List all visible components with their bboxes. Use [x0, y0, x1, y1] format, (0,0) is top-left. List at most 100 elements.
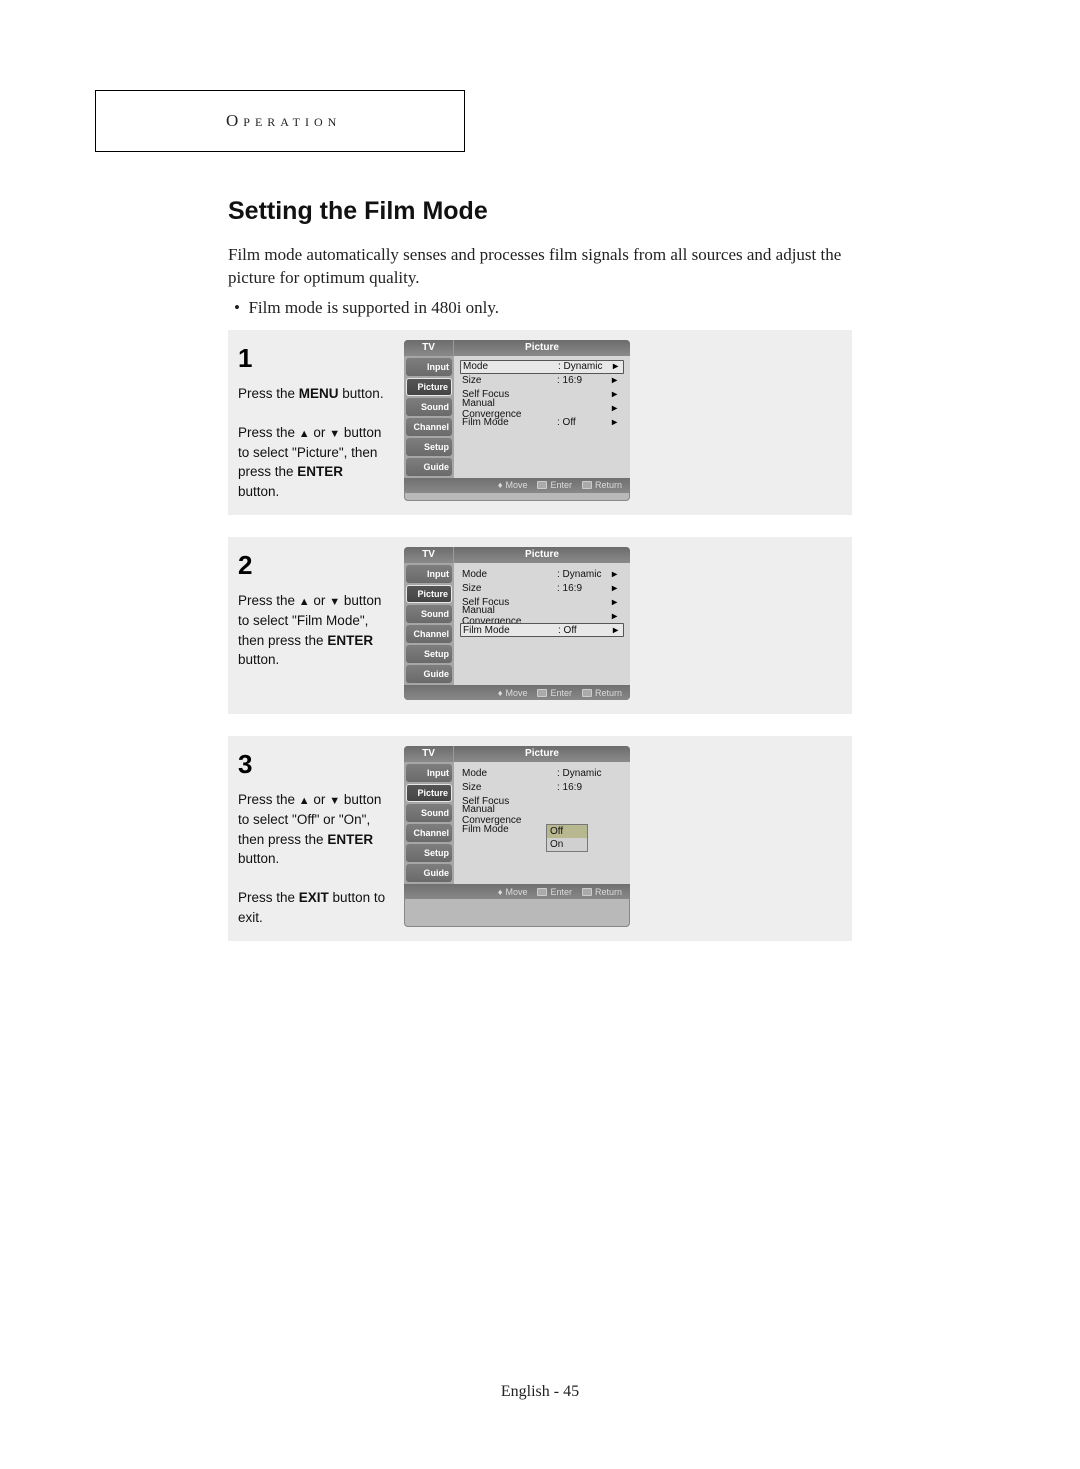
sidebar-setup[interactable]: Setup — [406, 844, 452, 862]
chevron-right-icon: ▸ — [607, 403, 617, 414]
bullet-note: • Film mode is supported in 480i only. — [234, 298, 852, 318]
osd-main: Mode: Dynamic Size: 16:9 Self Focus Manu… — [454, 762, 630, 884]
updown-icon: ♦ — [498, 887, 503, 897]
up-arrow-icon: ▲ — [299, 428, 310, 440]
chevron-right-icon: ▸ — [607, 375, 617, 386]
step-number: 3 — [238, 746, 386, 784]
menu-row-filmmode[interactable]: Film Mode: Off▸ — [460, 623, 624, 637]
menu-row-size[interactable]: Size: 16:9▸ — [460, 581, 624, 595]
enter-icon — [537, 888, 547, 896]
sidebar-sound[interactable]: Sound — [406, 804, 452, 822]
sidebar-picture[interactable]: Picture — [406, 784, 452, 802]
step-1-text: 1 Press the MENU button. Press the ▲ or … — [238, 340, 386, 501]
step-3-line-1: Press the ▲ or ▼ button to select "Off" … — [238, 790, 386, 869]
osd-sidebar: Input Picture Sound Channel Setup Guide — [404, 762, 454, 884]
sidebar-input[interactable]: Input — [406, 565, 452, 583]
footer-move: ♦Move — [498, 688, 528, 698]
sidebar-setup[interactable]: Setup — [406, 438, 452, 456]
step-2-text: 2 Press the ▲ or ▼ button to select "Fil… — [238, 547, 386, 700]
osd-body: Input Picture Sound Channel Setup Guide … — [404, 563, 630, 685]
step-3: 3 Press the ▲ or ▼ button to select "Off… — [228, 736, 852, 941]
sidebar-sound[interactable]: Sound — [406, 605, 452, 623]
filmmode-dropdown[interactable]: Off On — [546, 824, 588, 852]
bullet-text: Film mode is supported in 480i only. — [248, 298, 499, 317]
footer-move: ♦Move — [498, 887, 528, 897]
sidebar-picture[interactable]: Picture — [406, 585, 452, 603]
step-number: 1 — [238, 340, 386, 378]
menu-row-convergence[interactable]: Manual Convergence▸ — [460, 609, 624, 623]
menu-row-size[interactable]: Size: 16:9▸ — [460, 374, 624, 388]
chevron-right-icon: ▸ — [608, 361, 618, 372]
sidebar-setup[interactable]: Setup — [406, 645, 452, 663]
menu-row-filmmode[interactable]: Film Mode: — [460, 822, 624, 836]
updown-icon: ♦ — [498, 688, 503, 698]
intro-text: Film mode automatically senses and proce… — [228, 244, 852, 290]
footer-move: ♦Move — [498, 480, 528, 490]
sidebar-channel[interactable]: Channel — [406, 418, 452, 436]
osd-tv-label: TV — [404, 746, 454, 762]
enter-icon — [537, 481, 547, 489]
osd-header: TV Picture — [404, 547, 630, 563]
chapter-title: Operation — [226, 111, 341, 130]
sidebar-input[interactable]: Input — [406, 764, 452, 782]
step-1-line-1: Press the MENU button. — [238, 384, 386, 404]
content-area: Setting the Film Mode Film mode automati… — [228, 197, 852, 941]
chapter-header: Operation — [95, 90, 465, 152]
osd-title: Picture — [454, 746, 630, 762]
menu-row-convergence[interactable]: Manual Convergence — [460, 808, 624, 822]
chevron-right-icon: ▸ — [607, 583, 617, 594]
return-icon — [582, 888, 592, 896]
up-arrow-icon: ▲ — [299, 795, 310, 807]
osd-sidebar: Input Picture Sound Channel Setup Guide — [404, 563, 454, 685]
osd-footer: ♦Move Enter Return — [404, 478, 630, 493]
sidebar-channel[interactable]: Channel — [406, 824, 452, 842]
osd-main: Mode: Dynamic▸ Size: 16:9▸ Self Focus▸ M… — [454, 563, 630, 685]
osd-header: TV Picture — [404, 340, 630, 356]
dropdown-option-off[interactable]: Off — [547, 825, 587, 838]
section-title: Setting the Film Mode — [228, 197, 852, 226]
sidebar-channel[interactable]: Channel — [406, 625, 452, 643]
step-2: 2 Press the ▲ or ▼ button to select "Fil… — [228, 537, 852, 714]
menu-row-mode[interactable]: Mode: Dynamic▸ — [460, 360, 624, 374]
footer-enter: Enter — [537, 688, 572, 698]
step-3-line-2: Press the EXIT button to exit. — [238, 888, 386, 927]
down-arrow-icon: ▼ — [329, 795, 340, 807]
sidebar-guide[interactable]: Guide — [406, 665, 452, 683]
step-1-line-2: Press the ▲ or ▼ button to select "Pictu… — [238, 423, 386, 502]
osd-screenshot-2: TV Picture Input Picture Sound Channel S… — [404, 547, 630, 700]
osd-body: Input Picture Sound Channel Setup Guide … — [404, 356, 630, 478]
chevron-right-icon: ▸ — [607, 569, 617, 580]
osd-screenshot-3: TV Picture Input Picture Sound Channel S… — [404, 746, 630, 927]
menu-row-size[interactable]: Size: 16:9 — [460, 780, 624, 794]
sidebar-sound[interactable]: Sound — [406, 398, 452, 416]
enter-icon — [537, 689, 547, 697]
chevron-right-icon: ▸ — [608, 625, 618, 636]
footer-enter: Enter — [537, 480, 572, 490]
step-2-line-1: Press the ▲ or ▼ button to select "Film … — [238, 591, 386, 670]
osd-title: Picture — [454, 547, 630, 563]
osd-sidebar: Input Picture Sound Channel Setup Guide — [404, 356, 454, 478]
step-1: 1 Press the MENU button. Press the ▲ or … — [228, 330, 852, 515]
dropdown-option-on[interactable]: On — [547, 838, 587, 851]
osd-tv-label: TV — [404, 547, 454, 563]
down-arrow-icon: ▼ — [329, 428, 340, 440]
osd-footer: ♦Move Enter Return — [404, 685, 630, 700]
updown-icon: ♦ — [498, 480, 503, 490]
page-footer: English - 45 — [0, 1383, 1080, 1401]
sidebar-input[interactable]: Input — [406, 358, 452, 376]
osd-title: Picture — [454, 340, 630, 356]
down-arrow-icon: ▼ — [329, 596, 340, 608]
return-icon — [582, 481, 592, 489]
chevron-right-icon: ▸ — [607, 389, 617, 400]
osd-screenshot-1: TV Picture Input Picture Sound Channel S… — [404, 340, 630, 501]
footer-return: Return — [582, 887, 622, 897]
menu-row-filmmode[interactable]: Film Mode: Off▸ — [460, 416, 624, 430]
menu-row-mode[interactable]: Mode: Dynamic — [460, 766, 624, 780]
osd-footer: ♦Move Enter Return — [404, 884, 630, 899]
sidebar-guide[interactable]: Guide — [406, 864, 452, 882]
menu-row-mode[interactable]: Mode: Dynamic▸ — [460, 567, 624, 581]
menu-row-convergence[interactable]: Manual Convergence▸ — [460, 402, 624, 416]
sidebar-picture[interactable]: Picture — [406, 378, 452, 396]
osd-body: Input Picture Sound Channel Setup Guide … — [404, 762, 630, 884]
sidebar-guide[interactable]: Guide — [406, 458, 452, 476]
